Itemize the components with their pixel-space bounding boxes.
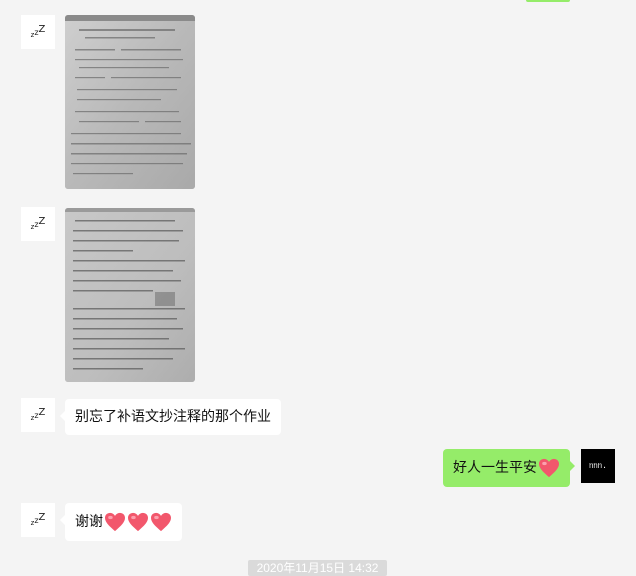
contact-avatar-icon[interactable]: zzZ (21, 503, 55, 537)
red-heart-emoji-icon (151, 512, 171, 532)
message-text: 谢谢 (75, 514, 103, 530)
previous-outgoing-bubble-edge (526, 0, 570, 2)
red-heart-emoji-icon (539, 458, 559, 478)
message-timestamp: 2020年11月15日 14:32 (248, 560, 387, 576)
message-text: 好人一生平安 (453, 460, 537, 476)
contact-avatar-icon[interactable]: zzZ (21, 15, 55, 49)
homework-photo-2-image (65, 208, 195, 382)
red-heart-emoji-icon (128, 512, 148, 532)
message-bubble-outgoing[interactable]: 好人一生平安 (443, 449, 575, 487)
message-bubble-thanks[interactable]: 谢谢 (60, 503, 182, 541)
red-heart-emoji-icon (105, 512, 125, 532)
self-avatar-icon[interactable]: ᥒᥒᥒ. (581, 449, 615, 483)
self-avatar-text: ᥒᥒᥒ. (589, 461, 607, 470)
contact-avatar-icon[interactable]: zzZ (21, 398, 55, 432)
homework-photo-1[interactable] (65, 15, 195, 189)
contact-avatar-icon[interactable]: zzZ (21, 207, 55, 241)
homework-photo-2[interactable] (65, 208, 195, 382)
message-text: 别忘了补语文抄注释的那个作业 (75, 409, 271, 425)
homework-photo-1-image (65, 15, 195, 189)
message-bubble-homework-reminder[interactable]: 别忘了补语文抄注释的那个作业 (60, 399, 281, 435)
